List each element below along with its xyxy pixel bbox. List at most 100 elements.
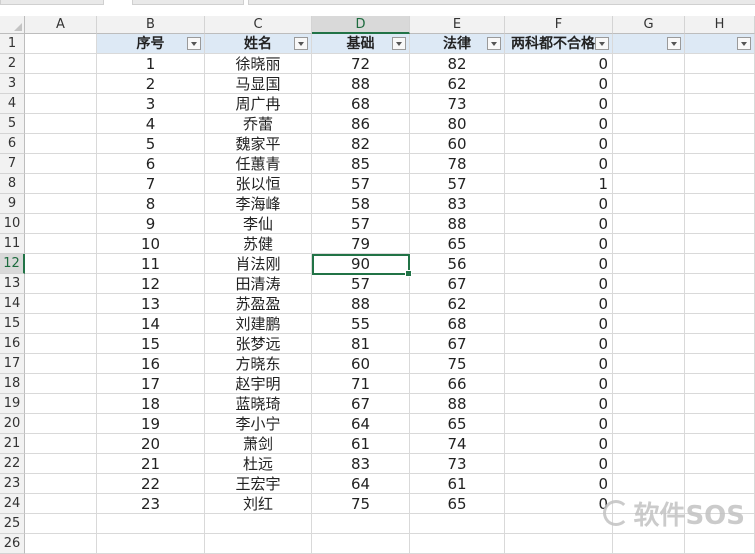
filter-dropdown-icon[interactable] <box>487 37 501 50</box>
cell-h22[interactable] <box>685 454 755 474</box>
filter-dropdown-icon[interactable] <box>667 37 681 50</box>
cell-c7[interactable]: 任蕙青 <box>205 154 312 174</box>
cell-e4[interactable]: 73 <box>410 94 505 114</box>
cell-f3[interactable]: 0 <box>505 74 613 94</box>
cell-f24[interactable]: 0 <box>505 494 613 514</box>
cell-e7[interactable]: 78 <box>410 154 505 174</box>
cell-h7[interactable] <box>685 154 755 174</box>
cell-e10[interactable]: 88 <box>410 214 505 234</box>
row-header-16[interactable]: 16 <box>0 334 25 354</box>
cell-b8[interactable]: 7 <box>97 174 205 194</box>
cell-b2[interactable]: 1 <box>97 54 205 74</box>
cell-c16[interactable]: 张梦远 <box>205 334 312 354</box>
cell-b11[interactable]: 10 <box>97 234 205 254</box>
cell-b18[interactable]: 17 <box>97 374 205 394</box>
cell-g20[interactable] <box>613 414 685 434</box>
cell-e20[interactable]: 65 <box>410 414 505 434</box>
cell-c18[interactable]: 赵宇明 <box>205 374 312 394</box>
cell-b16[interactable]: 15 <box>97 334 205 354</box>
cell-a3[interactable] <box>25 74 97 94</box>
cell-e9[interactable]: 83 <box>410 194 505 214</box>
cell-d6[interactable]: 82 <box>312 134 410 154</box>
row-header-26[interactable]: 26 <box>0 534 25 554</box>
cell-d17[interactable]: 60 <box>312 354 410 374</box>
cell-f10[interactable]: 0 <box>505 214 613 234</box>
column-header-a[interactable]: A <box>25 16 97 34</box>
cell-c17[interactable]: 方晓东 <box>205 354 312 374</box>
row-header-2[interactable]: 2 <box>0 54 25 74</box>
cell-h3[interactable] <box>685 74 755 94</box>
column-header-c[interactable]: C <box>205 16 312 34</box>
cell-b19[interactable]: 18 <box>97 394 205 414</box>
cell-f7[interactable]: 0 <box>505 154 613 174</box>
row-header-9[interactable]: 9 <box>0 194 25 214</box>
cell-g3[interactable] <box>613 74 685 94</box>
cell-d22[interactable]: 83 <box>312 454 410 474</box>
cell-c12[interactable]: 肖法刚 <box>205 254 312 274</box>
row-header-22[interactable]: 22 <box>0 454 25 474</box>
cell-e26[interactable] <box>410 534 505 554</box>
row-header-17[interactable]: 17 <box>0 354 25 374</box>
cell-b23[interactable]: 22 <box>97 474 205 494</box>
cell-g2[interactable] <box>613 54 685 74</box>
cell-a15[interactable] <box>25 314 97 334</box>
cell-d20[interactable]: 64 <box>312 414 410 434</box>
cell-g4[interactable] <box>613 94 685 114</box>
cell-c10[interactable]: 李仙 <box>205 214 312 234</box>
cell-e5[interactable]: 80 <box>410 114 505 134</box>
cell-c21[interactable]: 萧剑 <box>205 434 312 454</box>
cell-d18[interactable]: 71 <box>312 374 410 394</box>
cell-f4[interactable]: 0 <box>505 94 613 114</box>
cell-d14[interactable]: 88 <box>312 294 410 314</box>
cell-f11[interactable]: 0 <box>505 234 613 254</box>
cell-c6[interactable]: 魏家平 <box>205 134 312 154</box>
cell-c2[interactable]: 徐晓丽 <box>205 54 312 74</box>
cell-h13[interactable] <box>685 274 755 294</box>
cell-b22[interactable]: 21 <box>97 454 205 474</box>
cell-f15[interactable]: 0 <box>505 314 613 334</box>
cell-h18[interactable] <box>685 374 755 394</box>
row-header-1[interactable]: 1 <box>0 34 25 54</box>
cell-f2[interactable]: 0 <box>505 54 613 74</box>
cell-h10[interactable] <box>685 214 755 234</box>
cell-g8[interactable] <box>613 174 685 194</box>
cell-a4[interactable] <box>25 94 97 114</box>
cell-d24[interactable]: 75 <box>312 494 410 514</box>
cell-b3[interactable]: 2 <box>97 74 205 94</box>
cell-a2[interactable] <box>25 54 97 74</box>
cell-d19[interactable]: 67 <box>312 394 410 414</box>
cell-d23[interactable]: 64 <box>312 474 410 494</box>
cell-b13[interactable]: 12 <box>97 274 205 294</box>
cell-b10[interactable]: 9 <box>97 214 205 234</box>
cell-d4[interactable]: 68 <box>312 94 410 114</box>
filter-dropdown-icon[interactable] <box>294 37 308 50</box>
cell-h20[interactable] <box>685 414 755 434</box>
cell-f14[interactable]: 0 <box>505 294 613 314</box>
cell-h23[interactable] <box>685 474 755 494</box>
cell-h15[interactable] <box>685 314 755 334</box>
cell-a13[interactable] <box>25 274 97 294</box>
cell-f16[interactable]: 0 <box>505 334 613 354</box>
row-header-14[interactable]: 14 <box>0 294 25 314</box>
cell-b25[interactable] <box>97 514 205 534</box>
column-header-g[interactable]: G <box>613 16 685 34</box>
cell-g18[interactable] <box>613 374 685 394</box>
cell-c25[interactable] <box>205 514 312 534</box>
cell-h5[interactable] <box>685 114 755 134</box>
row-header-7[interactable]: 7 <box>0 154 25 174</box>
row-header-6[interactable]: 6 <box>0 134 25 154</box>
cell-g7[interactable] <box>613 154 685 174</box>
cell-g16[interactable] <box>613 334 685 354</box>
cell-g22[interactable] <box>613 454 685 474</box>
cell-a22[interactable] <box>25 454 97 474</box>
cell-g23[interactable] <box>613 474 685 494</box>
select-all-corner[interactable] <box>0 16 25 34</box>
column-header-d[interactable]: D <box>312 16 410 34</box>
cell-g14[interactable] <box>613 294 685 314</box>
cell-g11[interactable] <box>613 234 685 254</box>
cell-c22[interactable]: 杜远 <box>205 454 312 474</box>
cell-a14[interactable] <box>25 294 97 314</box>
cell-b6[interactable]: 5 <box>97 134 205 154</box>
row-header-11[interactable]: 11 <box>0 234 25 254</box>
cell-b5[interactable]: 4 <box>97 114 205 134</box>
